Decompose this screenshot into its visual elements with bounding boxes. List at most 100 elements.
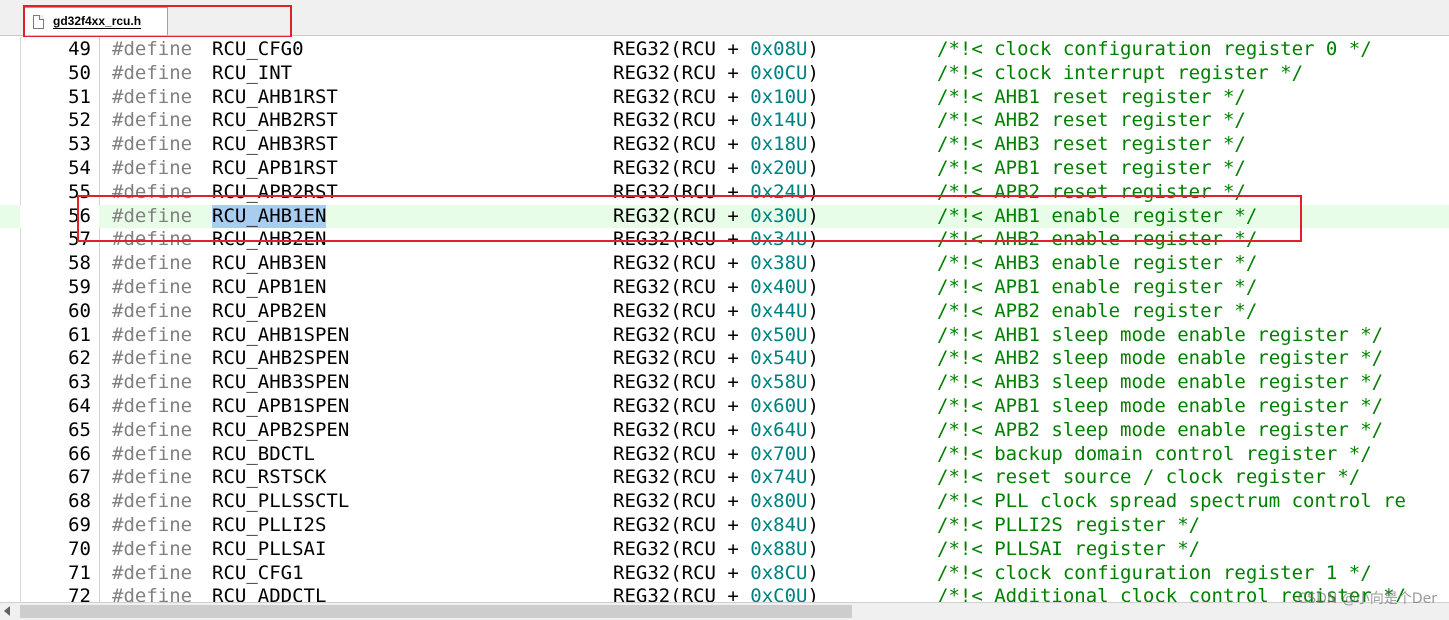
line-number: 51 <box>68 85 91 108</box>
code-line[interactable]: 55 #define RCU_APB2RST REG32(RCU + 0x24U) /*… <box>0 181 1449 205</box>
macro-name[interactable]: RCU_PLLSSCTL <box>212 490 349 514</box>
macro-name[interactable]: RCU_AHB2SPEN <box>212 347 349 371</box>
value-prefix: REG32(RCU + <box>613 323 751 346</box>
code-comment: /*!< APB1 enable register */ <box>937 276 1258 298</box>
code-line[interactable]: 50 #define RCU_INT REG32(RCU + 0x0CU) /*!< c… <box>0 62 1449 86</box>
macro-name[interactable]: RCU_APB2EN <box>212 300 326 324</box>
code-line[interactable]: 70 #define RCU_PLLSAI REG32(RCU + 0x88U) /*!… <box>0 538 1449 562</box>
code-line[interactable]: 65 #define RCU_APB2SPEN REG32(RCU + 0x64U) /… <box>0 419 1449 443</box>
macro-name[interactable]: RCU_AHB3EN <box>212 252 326 276</box>
value-prefix: REG32(RCU + <box>613 61 751 84</box>
macro-name[interactable]: RCU_ADDCTL <box>212 585 326 602</box>
hex-offset: 0x24U <box>750 180 808 203</box>
hex-offset: 0x10U <box>750 85 808 108</box>
hex-offset: 0x44U <box>750 299 808 322</box>
code-line[interactable]: 52 #define RCU_AHB2RST REG32(RCU + 0x14U) /*… <box>0 109 1449 133</box>
value-suffix: ) <box>807 442 819 465</box>
code-line[interactable]: 61 #define RCU_AHB1SPEN REG32(RCU + 0x50U) /… <box>0 324 1449 348</box>
macro-name[interactable]: RCU_AHB2EN <box>212 228 326 252</box>
macro-name[interactable]: RCU_AHB3RST <box>212 133 338 157</box>
value-suffix: ) <box>807 228 819 251</box>
code-line[interactable]: 53 #define RCU_AHB3RST REG32(RCU + 0x18U) /*… <box>0 133 1449 157</box>
code-line[interactable]: 67 #define RCU_RSTSCK REG32(RCU + 0x74U) /*!… <box>0 466 1449 490</box>
macro-value: REG32(RCU + 0x40U) <box>613 276 819 300</box>
macro-name[interactable]: RCU_RSTSCK <box>212 466 326 490</box>
code-line[interactable]: 54 #define RCU_APB1RST REG32(RCU + 0x20U) /*… <box>0 157 1449 181</box>
macro-name[interactable]: RCU_CFG0 <box>212 38 304 62</box>
code-line[interactable]: 66 #define RCU_BDCTL REG32(RCU + 0x70U) /*!<… <box>0 443 1449 467</box>
code-line[interactable]: 49 #define RCU_CFG0 REG32(RCU + 0x08U) /*!< … <box>0 38 1449 62</box>
code-line[interactable]: 68 #define RCU_PLLSSCTL REG32(RCU + 0x80U) /… <box>0 490 1449 514</box>
file-icon <box>33 14 44 29</box>
code-comment: /*!< APB2 reset register */ <box>937 180 1246 203</box>
hex-offset: 0x58U <box>750 371 808 394</box>
code-line[interactable]: 59 #define RCU_APB1EN REG32(RCU + 0x40U) /*!… <box>0 276 1449 300</box>
line-number: 66 <box>68 442 91 465</box>
value-suffix: ) <box>807 252 819 275</box>
code-line[interactable]: 58 #define RCU_AHB3EN REG32(RCU + 0x38U) /*!… <box>0 252 1449 276</box>
code-line[interactable]: 62 #define RCU_AHB2SPEN REG32(RCU + 0x54U) /… <box>0 347 1449 371</box>
define-keyword: #define <box>112 347 193 370</box>
macro-name[interactable]: RCU_INT <box>212 62 292 86</box>
code-comment: /*!< AHB3 enable register */ <box>937 252 1258 275</box>
macro-name[interactable]: RCU_AHB3SPEN <box>212 371 349 395</box>
define-keyword: #define <box>112 537 193 560</box>
define-keyword: #define <box>112 109 193 132</box>
define-keyword: #define <box>112 157 193 179</box>
code-comment: /*!< PLL clock spread spectrum control r… <box>937 490 1406 513</box>
code-comment: /*!< AHB1 enable register */ <box>937 204 1258 227</box>
code-comment: /*!< AHB2 reset register */ <box>937 109 1246 132</box>
code-area[interactable]: 49 #define RCU_CFG0 REG32(RCU + 0x08U) /*!< … <box>0 37 1449 602</box>
macro-value: REG32(RCU + 0x38U) <box>613 252 819 276</box>
value-prefix: REG32(RCU + <box>613 418 751 441</box>
macro-name[interactable]: RCU_APB2SPEN <box>212 419 349 443</box>
macro-name[interactable]: RCU_APB1EN <box>212 276 326 300</box>
scrollbar-thumb[interactable] <box>20 605 852 618</box>
line-number: 54 <box>68 157 91 179</box>
horizontal-scrollbar[interactable] <box>0 602 1449 620</box>
macro-name[interactable]: RCU_BDCTL <box>212 443 315 467</box>
macro-name[interactable]: RCU_PLLSAI <box>212 538 326 562</box>
code-line[interactable]: 69 #define RCU_PLLI2S REG32(RCU + 0x84U) /*!… <box>0 514 1449 538</box>
line-number: 56 <box>68 204 91 227</box>
line-number: 71 <box>68 561 91 584</box>
macro-name[interactable]: RCU_AHB1EN <box>212 204 327 229</box>
macro-name[interactable]: RCU_APB1SPEN <box>212 395 349 419</box>
value-prefix: REG32(RCU + <box>613 276 751 298</box>
tab-gd32f4xx-rcu-h[interactable]: gd32f4xx_rcu.h <box>24 7 168 35</box>
code-line[interactable]: 63 #define RCU_AHB3SPEN REG32(RCU + 0x58U) /… <box>0 371 1449 395</box>
code-line[interactable]: 71 #define RCU_CFG1 REG32(RCU + 0x8CU) /*!< … <box>0 562 1449 586</box>
code-line[interactable]: 64 #define RCU_APB1SPEN REG32(RCU + 0x60U) /… <box>0 395 1449 419</box>
code-line[interactable]: 56 #define RCU_AHB1EN REG32(RCU + 0x30U) /*!… <box>0 204 1449 229</box>
code-comment: /*!< AHB3 reset register */ <box>937 133 1246 156</box>
code-line[interactable]: 57 #define RCU_AHB2EN REG32(RCU + 0x34U) /*!… <box>0 228 1449 252</box>
value-prefix: REG32(RCU + <box>613 204 751 227</box>
scroll-left-arrow-icon[interactable] <box>4 606 10 616</box>
code-comment: /*!< AHB1 reset register */ <box>937 85 1246 108</box>
macro-name[interactable]: RCU_AHB1RST <box>212 86 338 110</box>
value-suffix: ) <box>807 371 819 394</box>
code-comment: /*!< clock interrupt register */ <box>937 61 1304 84</box>
code-line[interactable]: 51 #define RCU_AHB1RST REG32(RCU + 0x10U) /*… <box>0 86 1449 110</box>
code-line[interactable]: 72 #define RCU_ADDCTL REG32(RCU + 0xC0U)/*!… <box>0 585 1449 602</box>
define-keyword: #define <box>112 61 193 84</box>
macro-name[interactable]: RCU_CFG1 <box>212 562 304 586</box>
value-suffix: ) <box>807 299 819 322</box>
value-suffix: ) <box>807 276 819 298</box>
macro-value: REG32(RCU + 0x18U) <box>613 133 819 157</box>
line-number: 63 <box>68 371 91 394</box>
tab-label: gd32f4xx_rcu.h <box>53 13 142 29</box>
macro-name[interactable]: RCU_APB2RST <box>212 181 338 205</box>
code-comment: /*!< clock configuration register 1 */ <box>937 561 1372 584</box>
value-suffix: ) <box>807 585 819 602</box>
macro-name[interactable]: RCU_PLLI2S <box>212 514 326 538</box>
macro-name[interactable]: RCU_AHB1SPEN <box>212 324 349 348</box>
code-line[interactable]: 60 #define RCU_APB2EN REG32(RCU + 0x44U) /*!… <box>0 300 1449 324</box>
hex-offset: 0x84U <box>750 514 808 536</box>
hex-offset: 0x64U <box>750 418 808 441</box>
value-prefix: REG32(RCU + <box>613 38 751 60</box>
code-comment: /*!< APB2 enable register */ <box>937 299 1258 322</box>
define-keyword: #define <box>112 561 193 584</box>
macro-name[interactable]: RCU_AHB2RST <box>212 109 338 133</box>
macro-name[interactable]: RCU_APB1RST <box>212 157 338 181</box>
